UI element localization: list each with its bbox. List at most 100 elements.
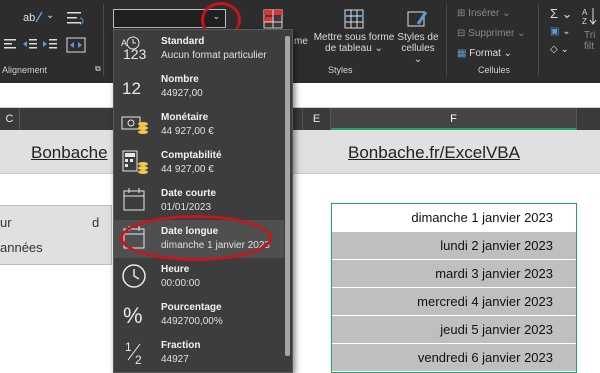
svg-text:A: A	[582, 8, 588, 17]
ribbon-separator	[538, 4, 539, 76]
delete-label: Supprimer	[468, 28, 515, 39]
orientation-dropdown-icon[interactable]: ⌄	[46, 10, 54, 21]
percent-icon: %	[120, 300, 150, 328]
date-cell[interactable]: dimanche 1 janvier 2023	[332, 204, 576, 232]
filter-text: filt	[584, 41, 594, 52]
orientation-icon[interactable]: ab	[22, 8, 44, 26]
column-header-f[interactable]: F	[331, 108, 577, 130]
format-as-table-icon[interactable]	[343, 8, 365, 30]
menu-item-example: 44 927,00 €	[161, 126, 214, 137]
insert-icon: ⊞	[457, 8, 466, 19]
align-left-icon[interactable]	[4, 38, 18, 52]
sort-filter-label[interactable]: Tri filt	[584, 30, 595, 52]
menu-item-name: Heure	[161, 264, 190, 275]
date-cell[interactable]: mardi 3 janvier 2023	[332, 260, 576, 288]
menu-item-time[interactable]: Heure 00:00:00	[114, 258, 284, 296]
title-row: Bonbache Bonbache.fr/ExcelVBA	[0, 130, 600, 174]
delete-icon: ⊟	[457, 28, 466, 39]
standard-123-icon: A 123	[120, 34, 150, 62]
ribbon: ab ⌄ Alignement ⧉ ⌄ me Mettre sous forme…	[0, 0, 600, 83]
svg-text:%: %	[123, 303, 143, 328]
menu-item-name: Standard	[161, 36, 205, 47]
svg-text:2: 2	[135, 353, 142, 366]
ribbon-separator	[103, 4, 104, 76]
clear-button[interactable]: ◇ ⌄	[550, 44, 569, 55]
menu-item-example: Aucun format particulier	[161, 50, 267, 61]
format-label: Format	[469, 48, 501, 59]
autosum-icon: Σ	[550, 6, 559, 21]
autosum-button[interactable]: Σ ⌄	[550, 6, 573, 22]
eraser-icon: ◇	[550, 44, 558, 55]
left-text-3: d	[92, 215, 100, 230]
indent-decrease-icon[interactable]	[22, 38, 38, 52]
column-header-bar: C E F	[0, 108, 600, 130]
insert-label: Insérer	[468, 8, 500, 19]
currency-icon	[120, 110, 150, 138]
menu-scrollbar-thumb[interactable]	[285, 36, 290, 356]
cell-styles-text: Styles de cellules	[397, 32, 439, 54]
accounting-icon	[120, 148, 150, 176]
format-as-table-label[interactable]: Mettre sous forme de tableau ⌄	[313, 32, 395, 54]
clock-icon	[120, 262, 150, 290]
menu-item-name: Fraction	[161, 340, 201, 351]
column-header-e[interactable]: E	[303, 108, 331, 130]
column-header-c[interactable]: C	[0, 108, 20, 130]
menu-item-name: Monétaire	[161, 112, 209, 123]
formula-area	[0, 83, 600, 108]
menu-item-name: Comptabilité	[161, 150, 222, 161]
menu-item-standard[interactable]: A 123 Standard Aucun format particulier	[114, 30, 284, 68]
title-right[interactable]: Bonbache.fr/ExcelVBA	[348, 143, 520, 163]
alignment-dialog-launcher-icon[interactable]: ⧉	[95, 64, 101, 74]
menu-item-example: 4492700,00%	[161, 316, 223, 327]
number-12-icon: 12	[120, 72, 150, 100]
insert-button[interactable]: ⊞ Insérer ⌄	[457, 8, 510, 19]
svg-text:12: 12	[122, 79, 141, 98]
conditional-format-icon[interactable]	[262, 8, 284, 30]
svg-text:1: 1	[125, 340, 132, 354]
cell-styles-icon[interactable]	[406, 8, 428, 30]
menu-item-fraction[interactable]: 12 Fraction 44927	[114, 334, 284, 372]
sort-text: Tri	[584, 30, 596, 41]
calendar-short-icon	[120, 186, 150, 214]
menu-item-example: 01/01/2023	[161, 202, 212, 213]
fill-icon: ▣	[550, 26, 560, 37]
indent-increase-icon[interactable]	[42, 38, 58, 52]
svg-text:ab: ab	[23, 12, 35, 24]
styles-group-label: Styles	[328, 65, 353, 75]
date-list: dimanche 1 janvier 2023 lundi 2 janvier …	[331, 203, 577, 373]
conditional-format-label[interactable]: me	[294, 36, 308, 47]
date-cell[interactable]: vendredi 6 janvier 2023	[332, 344, 576, 372]
date-cell[interactable]: lundi 2 janvier 2023	[332, 232, 576, 260]
menu-item-accounting[interactable]: Comptabilité 44 927,00 €	[114, 144, 284, 182]
delete-button[interactable]: ⊟ Supprimer ⌄	[457, 28, 525, 39]
menu-item-example: 44 927,00 €	[161, 164, 214, 175]
menu-item-percentage[interactable]: % Pourcentage 4492700,00%	[114, 296, 284, 334]
left-text-2: années	[0, 240, 43, 255]
svg-text:Z: Z	[582, 17, 587, 26]
fraction-icon: 12	[120, 338, 150, 367]
menu-item-name: Nombre	[161, 74, 199, 85]
menu-item-name: Date courte	[161, 188, 217, 199]
sort-filter-icon[interactable]: AZ	[582, 6, 598, 26]
title-left[interactable]: Bonbache	[31, 143, 108, 163]
alignment-group-label: Alignement	[2, 65, 48, 75]
menu-item-currency[interactable]: Monétaire 44 927,00 €	[114, 106, 284, 144]
date-cell[interactable]: mercredi 4 janvier 2023	[332, 288, 576, 316]
column-header-g[interactable]	[577, 108, 600, 130]
left-cell-block[interactable]: ur années d	[0, 205, 112, 265]
menu-item-name: Pourcentage	[161, 302, 222, 313]
number-format-menu: A 123 Standard Aucun format particulier 1…	[113, 29, 293, 373]
cell-styles-label[interactable]: Styles de cellules ⌄	[396, 32, 440, 65]
excel-window: ab ⌄ Alignement ⧉ ⌄ me Mettre sous forme…	[0, 0, 600, 373]
menu-item-example: 44927,00	[161, 88, 203, 99]
fill-button[interactable]: ▣ ⌄	[550, 26, 571, 37]
wrap-text-icon[interactable]	[66, 10, 84, 26]
format-button[interactable]: ▦ Format ⌄	[457, 48, 512, 59]
menu-item-number[interactable]: 12 Nombre 44927,00	[114, 68, 284, 106]
ribbon-separator	[446, 4, 447, 76]
cells-group-label: Cellules	[478, 65, 511, 75]
date-cell[interactable]: jeudi 5 janvier 2023	[332, 316, 576, 344]
menu-item-example: 44927	[161, 354, 189, 365]
annotation-circle-long-date	[120, 215, 272, 261]
merge-center-icon[interactable]	[66, 36, 88, 54]
